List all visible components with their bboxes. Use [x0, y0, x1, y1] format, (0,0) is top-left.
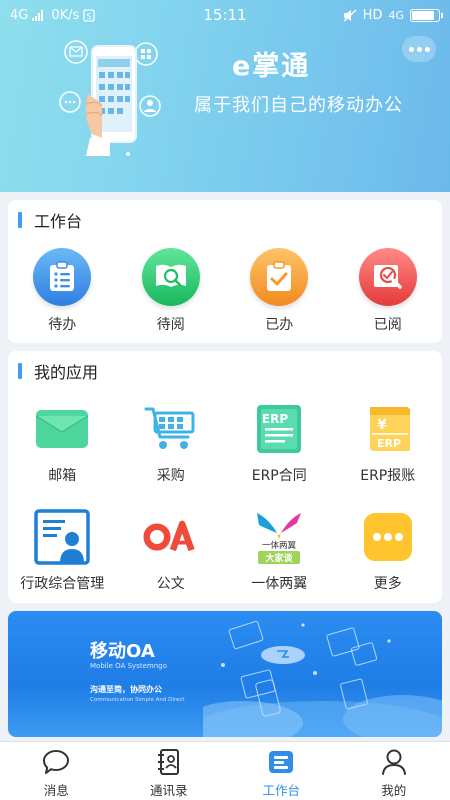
- read-search-icon: [358, 248, 417, 306]
- banner-subtitle-en: Mobile OA Systemngo: [90, 662, 167, 670]
- tab-contacts-label: 通讯录: [149, 783, 188, 798]
- workbench-item-to-read[interactable]: 待阅: [117, 248, 226, 334]
- more-dots-icon[interactable]: [402, 36, 436, 62]
- documents-label: 公文: [156, 576, 185, 592]
- wings-label: 一体两翼: [251, 576, 308, 592]
- app-slogan: 属于我们自己的移动办公: [194, 95, 403, 116]
- workbench-item-done[interactable]: 已办: [225, 248, 334, 334]
- mail-label: 邮箱: [48, 468, 77, 484]
- more-apps-icon: [360, 509, 416, 565]
- done-clipboard-icon: [250, 248, 309, 306]
- one-body-two-wings-icon: 一体两翼 大家谈: [251, 509, 307, 565]
- apps-header: 我的应用: [18, 361, 99, 382]
- wings-badge-bottom: 大家谈: [266, 552, 294, 564]
- app-item-one-body-two-wings[interactable]: 一体两翼 大家谈 一体两翼: [225, 509, 334, 593]
- cloud-devices-illustration-icon: [203, 620, 442, 737]
- admin-label: 行政综合管理: [20, 576, 105, 592]
- hd-indicator: HD: [362, 8, 383, 23]
- title-accent-bar: [18, 212, 22, 228]
- erp-reimburse-label: ERP报账: [360, 468, 416, 484]
- purchase-label: 采购: [156, 468, 185, 484]
- app-item-erp-contract[interactable]: ERP ERP合同: [225, 401, 334, 485]
- wings-badge-top: 一体两翼: [262, 540, 297, 551]
- erp-reimburse-icon: ¥ ERP: [360, 401, 416, 457]
- workbench-title: 工作台: [34, 212, 83, 231]
- tab-workbench[interactable]: 工作台: [225, 742, 338, 800]
- status-right: HD 4G: [343, 8, 443, 23]
- todo-clipboard-icon: [33, 248, 92, 306]
- to-read-label: 待阅: [156, 317, 185, 333]
- tab-contacts[interactable]: 通讯录: [113, 742, 226, 800]
- tab-profile-label: 我的: [381, 783, 407, 798]
- tab-messages-label: 消息: [43, 783, 69, 798]
- workbench-icon: [267, 748, 295, 776]
- erp-reimburse-badge: ERP: [377, 437, 401, 450]
- app-item-more[interactable]: 更多: [334, 509, 443, 593]
- my-apps-card: 我的应用 邮箱 采购 ERP ERP合同 ¥ ERP ERP报账 行政综合管理 …: [8, 351, 442, 603]
- bottom-tab-bar: 消息 通讯录 工作台 我的: [0, 741, 450, 800]
- to-read-book-icon: [141, 248, 200, 306]
- workbench-header: 工作台: [18, 210, 83, 231]
- app-title: e掌通: [232, 51, 311, 82]
- message-bubble-icon: [42, 748, 70, 776]
- banner-slogan-en: Communication Simple And Direct: [90, 697, 185, 703]
- tab-messages[interactable]: 消息: [0, 742, 113, 800]
- mobile-oa-banner[interactable]: 移动OA Mobile OA Systemngo 沟通至简，协同办公 Commu…: [8, 611, 442, 737]
- title-accent-bar: [18, 363, 22, 379]
- app-item-erp-reimburse[interactable]: ¥ ERP ERP报账: [334, 401, 443, 485]
- header-banner: 4G 0K/s S 15:11 HD 4G e掌通 属于我们自己的移动办公: [0, 0, 450, 192]
- app-item-purchase[interactable]: 采购: [117, 401, 226, 485]
- apps-row-1: 邮箱 采购 ERP ERP合同 ¥ ERP ERP报账: [8, 401, 442, 485]
- todo-label: 待办: [48, 317, 77, 333]
- phone-illustration-icon: [59, 40, 161, 156]
- status-bar: 4G 0K/s S 15:11 HD 4G: [0, 0, 450, 32]
- erp-contract-icon: ERP: [251, 401, 307, 457]
- svg-text:¥: ¥: [377, 418, 386, 433]
- profile-person-icon: [380, 748, 408, 776]
- contacts-book-icon: [155, 748, 183, 776]
- tab-profile[interactable]: 我的: [338, 742, 450, 800]
- mute-icon: [343, 9, 357, 22]
- workbench-item-todo[interactable]: 待办: [8, 248, 117, 334]
- banner-title: 移动OA: [90, 641, 155, 662]
- admin-management-icon: [34, 509, 90, 565]
- erp-contract-badge: ERP: [262, 412, 288, 426]
- app-item-documents[interactable]: 公文: [117, 509, 226, 593]
- app-item-admin[interactable]: 行政综合管理: [8, 509, 117, 593]
- mail-envelope-icon: [34, 401, 90, 457]
- app-item-mail[interactable]: 邮箱: [8, 401, 117, 485]
- erp-contract-label: ERP合同: [251, 468, 307, 484]
- network-type-right: 4G: [388, 9, 404, 22]
- battery-icon: [410, 9, 443, 22]
- apps-title: 我的应用: [34, 363, 99, 382]
- read-label: 已阅: [373, 317, 402, 333]
- more-label: 更多: [373, 576, 402, 592]
- done-label: 已办: [265, 317, 294, 333]
- workbench-row: 待办 待阅 已办 已阅: [8, 248, 442, 334]
- banner-slogan: 沟通至简，协同办公: [90, 685, 162, 694]
- apps-row-2: 行政综合管理 公文 一体两翼 大家谈 一体两翼 更多: [8, 509, 442, 593]
- workbench-item-read[interactable]: 已阅: [334, 248, 443, 334]
- tab-workbench-label: 工作台: [262, 783, 300, 798]
- workbench-card: 工作台 待办 待阅 已办 已阅: [8, 200, 442, 343]
- shopping-cart-icon: [143, 401, 199, 457]
- oa-document-icon: [143, 509, 199, 565]
